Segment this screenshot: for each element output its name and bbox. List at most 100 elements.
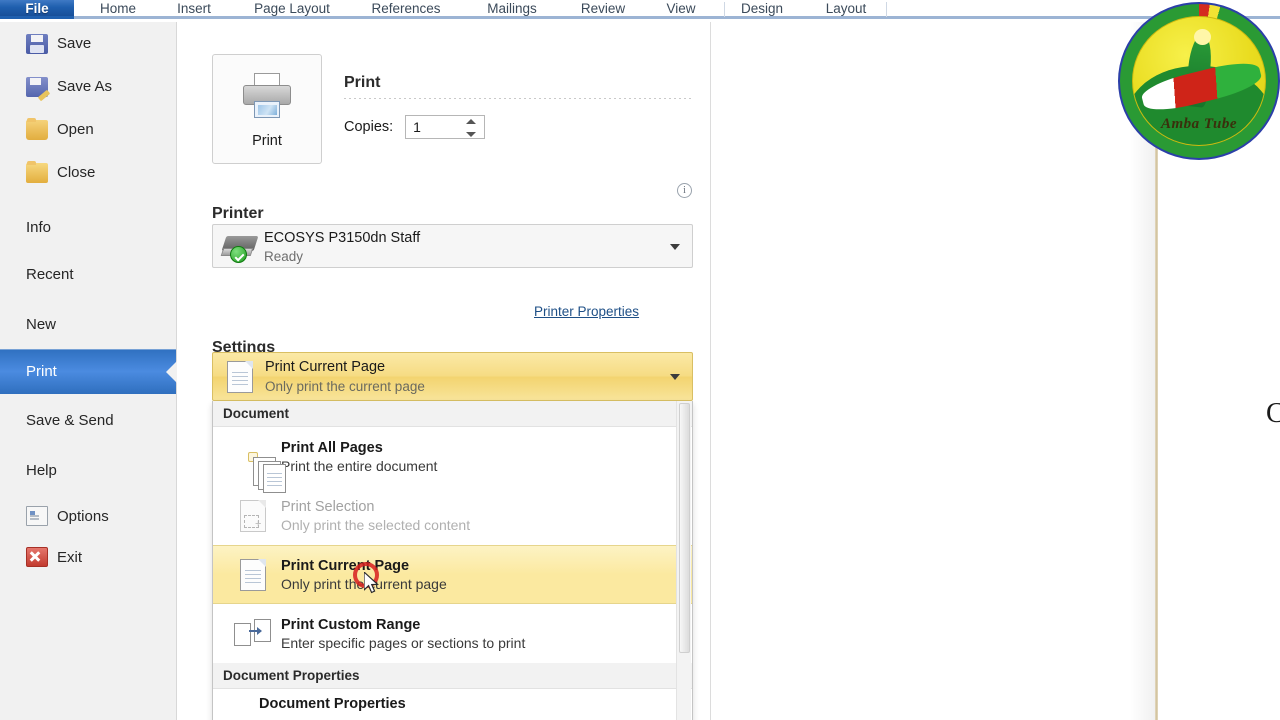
dropdown-group-header-document: Document [213, 401, 692, 427]
custom-range-icon [234, 618, 272, 649]
print-button-label: Print [252, 133, 282, 149]
sidebar-item-options[interactable]: Options [0, 494, 176, 538]
print-button[interactable]: Print [212, 54, 322, 164]
chevron-down-icon[interactable] [670, 244, 680, 250]
dropdown-item-title: Document Properties [259, 696, 406, 712]
dropdown-item-document-properties[interactable]: Document Properties [213, 689, 692, 719]
sidebar-item-help[interactable]: Help [0, 446, 176, 494]
copies-row: Copies: 1 [344, 115, 486, 139]
sidebar-item-print[interactable]: Print [0, 349, 177, 394]
thumb-box [248, 451, 286, 493]
print-heading: Print [344, 74, 381, 91]
dropdown-group-header-document-properties: Document Properties [213, 663, 692, 689]
dropdown-item-title: Print Selection [281, 498, 375, 515]
tab-insert[interactable]: Insert [164, 0, 224, 19]
dropdown-item-text: Print Custom Range Enter specific pages … [281, 617, 525, 651]
printer-icon [241, 73, 293, 119]
options-icon [26, 506, 48, 526]
nav-divider-gap [0, 194, 176, 206]
dropdown-item-text: Print All Pages Print the entire documen… [281, 440, 437, 474]
preview-partial-text: C [1266, 398, 1280, 429]
tab-references[interactable]: References [358, 0, 454, 19]
dropdown-item-title: Print Custom Range [281, 616, 421, 633]
dropdown-item-print-selection: + Print Selection Only print the selecte… [213, 486, 692, 545]
tab-file[interactable]: File [0, 0, 74, 19]
chevron-up-icon[interactable] [466, 119, 477, 124]
dropdown-item-print-custom-range[interactable]: Print Custom Range Enter specific pages … [213, 604, 692, 663]
printer-heading: Printer [212, 205, 264, 222]
print-range-selected-title: Print Current Page [265, 359, 386, 375]
sidebar-item-label: Exit [57, 548, 83, 566]
dropdown-item-print-all-pages[interactable]: Print All Pages Print the entire documen… [213, 427, 692, 493]
dropdown-item-thumb [225, 558, 281, 591]
single-page-icon [240, 558, 266, 591]
dropdown-item-subtitle: Enter specific pages or sections to prin… [281, 634, 526, 651]
selection-notch [166, 360, 177, 383]
tab-home[interactable]: Home [88, 0, 148, 19]
sidebar-item-recent[interactable]: Recent [0, 249, 176, 299]
sidebar-item-new[interactable]: New [0, 299, 176, 349]
copies-spinner-arrows[interactable] [466, 118, 478, 138]
sidebar-item-label: Save & Send [26, 411, 114, 429]
chevron-down-icon[interactable] [670, 374, 680, 380]
sidebar-item-label: Help [26, 461, 57, 479]
single-page-icon [227, 361, 253, 393]
tab-page-layout[interactable]: Page Layout [240, 0, 344, 19]
tab-group-divider [724, 2, 725, 17]
exit-icon [26, 547, 48, 567]
floppy-disk-icon [26, 33, 48, 54]
printer-status: Ready [264, 249, 304, 264]
dropdown-item-print-current-page[interactable]: Print Current Page Only print the curren… [213, 545, 692, 604]
sidebar-item-label: Recent [26, 265, 74, 283]
dropdown-scrollbar[interactable] [676, 401, 691, 720]
sidebar-item-info[interactable]: Info [0, 206, 176, 249]
logo-caption: Amba Tube [1160, 116, 1238, 133]
dropdown-item-subtitle: Print the entire document [281, 457, 438, 474]
tab-layout[interactable]: Layout [812, 0, 880, 19]
mouse-cursor-icon [364, 572, 379, 594]
printer-properties-link[interactable]: Printer Properties [534, 304, 639, 319]
print-range-dropdown-list: Document Print All Pages Print the entir… [212, 401, 693, 720]
tab-review[interactable]: Review [568, 0, 638, 19]
dropdown-item-text: Document Properties [259, 696, 406, 712]
sidebar-item-save-as[interactable]: Save As [0, 65, 176, 108]
sidebar-item-label: New [26, 315, 57, 333]
logo-inner-disc: Amba Tube [1132, 16, 1266, 146]
print-range-selected-subtitle: Only print the current page [265, 379, 425, 394]
sidebar-item-save[interactable]: Save [0, 22, 176, 65]
printer-selector[interactable]: ECOSYS P3150dn Staff Ready [212, 224, 693, 268]
print-range-combobox[interactable]: Print Current Page Only print the curren… [212, 352, 693, 401]
sidebar-item-save-and-send[interactable]: Save & Send [0, 394, 176, 446]
sidebar-item-label: Print [26, 363, 57, 380]
tab-view[interactable]: View [652, 0, 710, 19]
floppy-disk-pencil-icon [26, 76, 48, 97]
dropdown-item-thumb [225, 618, 281, 649]
sidebar-item-open[interactable]: Open [0, 108, 176, 151]
chevron-down-icon[interactable] [466, 132, 477, 137]
sidebar-item-label: Options [57, 507, 109, 525]
dropdown-item-text: Print Selection Only print the selected … [281, 499, 470, 533]
print-heading-rule [344, 98, 693, 99]
logo-sun-shape [1193, 28, 1211, 46]
info-icon[interactable]: i [677, 183, 692, 198]
printer-name: ECOSYS P3150dn Staff [264, 230, 421, 246]
channel-logo-watermark: Amba Tube [1118, 2, 1280, 160]
dropdown-item-title: Print All Pages [281, 439, 383, 456]
tab-mailings[interactable]: Mailings [468, 0, 556, 19]
tab-end-divider [886, 2, 887, 17]
print-settings-pane: Print Print Copies: 1 Printer i ECOSYS P… [178, 22, 711, 720]
sidebar-item-close[interactable]: Close [0, 151, 176, 194]
printer-device-icon [220, 234, 259, 263]
copies-stepper[interactable]: 1 [405, 115, 486, 139]
sidebar-item-label: Save [57, 35, 92, 52]
sidebar-item-label: Open [57, 121, 94, 138]
folder-open-icon [26, 117, 48, 140]
sidebar-item-exit[interactable]: Exit [0, 538, 176, 576]
ribbon-tab-strip: File Home Insert Page Layout References … [0, 0, 1280, 19]
tab-design[interactable]: Design [730, 0, 794, 19]
scrollbar-thumb[interactable] [679, 403, 690, 653]
folder-close-icon [26, 160, 48, 183]
copies-label: Copies: [344, 119, 394, 135]
sidebar-item-label: Save As [57, 78, 113, 95]
dropdown-item-thumb: + [225, 499, 281, 532]
